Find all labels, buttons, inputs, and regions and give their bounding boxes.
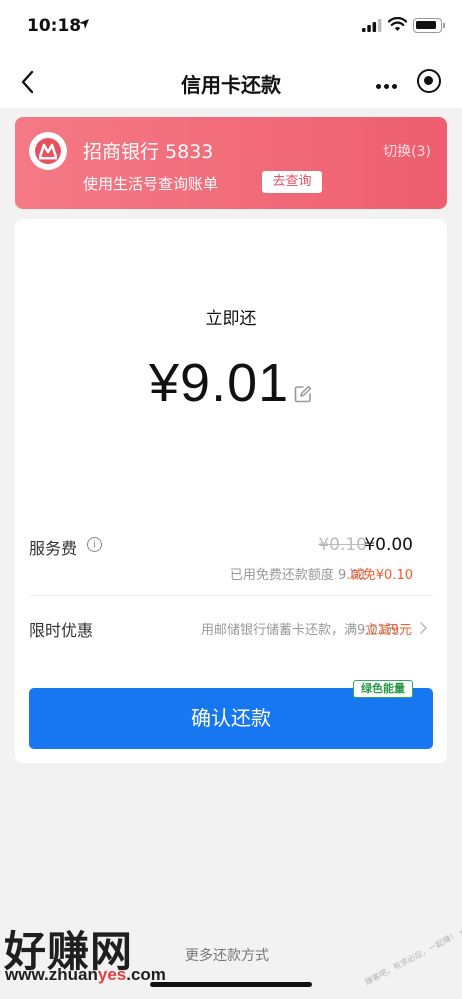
- bank-name: 招商银行 5833: [83, 141, 214, 163]
- bank-logo: [29, 132, 67, 170]
- repay-amount[interactable]: ¥9.01: [149, 352, 289, 414]
- more-methods-link[interactable]: 更多还款方式: [185, 945, 269, 965]
- divider: [29, 595, 433, 596]
- battery-icon: [413, 18, 445, 33]
- repay-heading: 立即还: [205, 309, 257, 329]
- promo-highlight[interactable]: 立减9元: [365, 619, 412, 638]
- green-energy-badge: 绿色能量: [353, 680, 413, 698]
- promo-label: 限时优惠: [29, 621, 94, 640]
- location-arrow-icon: [79, 19, 89, 29]
- nav-bar: 信用卡还款: [0, 56, 462, 108]
- home-indicator[interactable]: [150, 982, 312, 987]
- query-bill-button[interactable]: 去查询: [262, 171, 322, 193]
- bank-card[interactable]: 招商银行 5833 切换(3) 使用生活号查询账单 去查询: [15, 117, 447, 209]
- free-quota-note: 已用免费还款额度 9.01: [229, 568, 367, 583]
- fee-discount: 减免¥0.10: [349, 568, 413, 583]
- cellular-signal-icon: [362, 19, 382, 32]
- payment-card: 立即还 ¥9.01 服务费 i ¥0.10 ¥0.00 已用免费还款额度 9.0…: [15, 219, 447, 763]
- chevron-right-icon[interactable]: [419, 621, 429, 635]
- wifi-icon: [388, 17, 407, 31]
- info-icon[interactable]: i: [87, 537, 102, 552]
- edit-icon[interactable]: [293, 384, 313, 404]
- status-time: 10:18: [27, 16, 82, 36]
- fee-current: ¥0.00: [364, 535, 413, 555]
- status-bar: 10:18: [0, 0, 462, 56]
- watermark-url: www.zhuanyes.com: [5, 965, 166, 984]
- watermark-stamp: 赚客吧，有求必应，一起赚！ www.zuanke8.com: [363, 893, 462, 988]
- miniprogram-close-icon[interactable]: [417, 69, 441, 93]
- fee-original: ¥0.10: [318, 535, 367, 555]
- query-bill-text: 使用生活号查询账单: [83, 175, 219, 193]
- service-fee-label: 服务费: [29, 539, 78, 558]
- more-options-icon[interactable]: [376, 74, 400, 93]
- switch-card-link[interactable]: 切换(3): [383, 141, 431, 161]
